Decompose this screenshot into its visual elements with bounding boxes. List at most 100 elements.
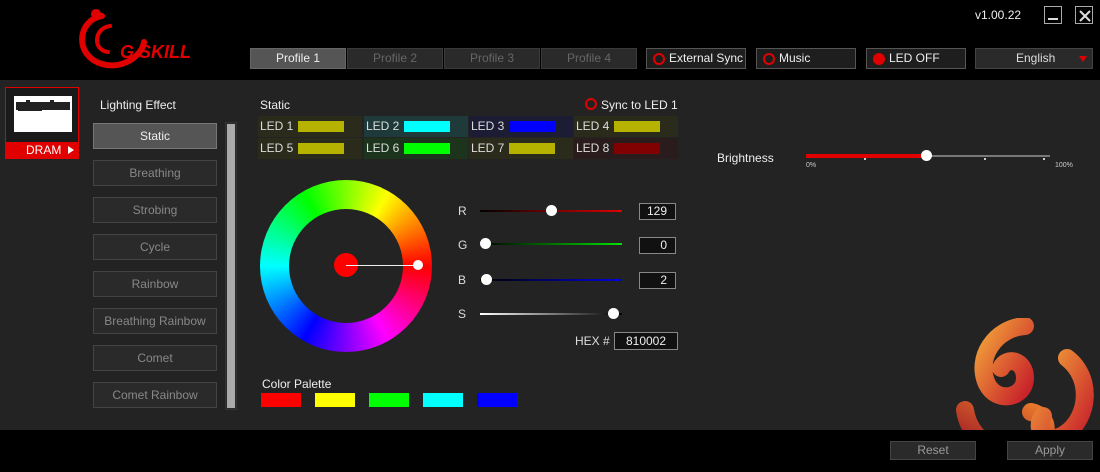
g-label: G (458, 238, 468, 252)
led-label: LED 2 (366, 119, 400, 133)
g-slider-knob[interactable] (480, 238, 491, 249)
led-label: LED 6 (366, 141, 400, 155)
effect-rainbow[interactable]: Rainbow (93, 271, 217, 297)
effect-static[interactable]: Static (93, 123, 217, 149)
language-select[interactable]: English (975, 48, 1093, 69)
led-color-swatch (509, 143, 555, 154)
b-slider-track[interactable] (480, 279, 622, 281)
led-label: LED 8 (576, 141, 610, 155)
led-color-swatch (614, 143, 660, 154)
led-off-button[interactable]: LED OFF (866, 48, 966, 69)
palette-swatch-2[interactable] (315, 393, 355, 407)
radio-icon (585, 98, 597, 110)
radio-icon (653, 53, 665, 65)
language-value: English (1016, 51, 1056, 65)
tab-profile-2[interactable]: Profile 2 (347, 48, 443, 69)
g-value-field[interactable]: 0 (639, 237, 676, 254)
palette-swatch-5[interactable] (477, 393, 517, 407)
effect-list-scrollbar[interactable] (225, 122, 237, 410)
close-button[interactable] (1075, 6, 1093, 24)
r-slider-knob[interactable] (546, 205, 557, 216)
gskill-logo: G.SKILL (79, 9, 191, 69)
music-button[interactable]: Music (756, 48, 856, 69)
led-6[interactable]: LED 6 (364, 138, 468, 159)
s-label: S (458, 307, 467, 321)
color-wheel-pointer-line (346, 265, 418, 266)
reset-button[interactable]: Reset (890, 441, 976, 460)
led-color-swatch (404, 143, 450, 154)
palette-swatch-4[interactable] (423, 393, 463, 407)
color-palette-title: Color Palette (262, 377, 332, 391)
g-slider-track[interactable] (480, 243, 622, 245)
version-label: v1.00.22 (975, 8, 1022, 22)
effect-comet[interactable]: Comet (93, 345, 217, 371)
music-label: Music (779, 51, 811, 65)
led-color-swatch (404, 121, 450, 132)
b-value-field[interactable]: 2 (639, 272, 676, 289)
b-slider-knob[interactable] (481, 274, 492, 285)
static-title: Static (260, 98, 291, 112)
radio-selected-icon (873, 53, 885, 65)
effect-breathing-rainbow[interactable]: Breathing Rainbow (93, 308, 217, 334)
led-color-swatch (298, 143, 344, 154)
s-slider-track[interactable] (480, 313, 622, 315)
effect-strobing[interactable]: Strobing (93, 197, 217, 223)
led-off-label: LED OFF (889, 51, 940, 65)
brightness-max-label: 100% (1055, 162, 1073, 169)
minimize-button[interactable] (1044, 6, 1062, 24)
effect-breathing[interactable]: Breathing (93, 160, 217, 186)
sync-to-led1-label: Sync to LED 1 (601, 98, 678, 112)
tab-profile-4[interactable]: Profile 4 (541, 48, 637, 69)
hex-label: HEX # (575, 334, 610, 348)
led-2[interactable]: LED 2 (364, 116, 468, 137)
brightness-tick (1043, 158, 1045, 160)
device-dram-label: DRAM (6, 142, 78, 158)
b-label: B (458, 273, 467, 287)
sync-to-led1-toggle[interactable]: Sync to LED 1 (585, 98, 678, 112)
led-4[interactable]: LED 4 (574, 116, 678, 137)
led-label: LED 1 (260, 119, 294, 133)
led-8[interactable]: LED 8 (574, 138, 678, 159)
palette-swatch-3[interactable] (369, 393, 409, 407)
effect-comet-rainbow[interactable]: Comet Rainbow (93, 382, 217, 408)
close-icon (1079, 10, 1091, 22)
led-label: LED 5 (260, 141, 294, 155)
radio-icon (763, 53, 775, 65)
external-sync-label: External Sync (669, 51, 744, 65)
led-color-swatch (298, 121, 344, 132)
palette-swatch-1[interactable] (261, 393, 301, 407)
r-label: R (458, 204, 467, 218)
ram-module-icon (14, 96, 72, 132)
tab-profile-1[interactable]: Profile 1 (250, 48, 346, 69)
led-1[interactable]: LED 1 (258, 116, 362, 137)
brightness-tick (984, 158, 986, 160)
led-label: LED 3 (471, 119, 505, 133)
apply-button[interactable]: Apply (1007, 441, 1093, 460)
led-5[interactable]: LED 5 (258, 138, 362, 159)
brightness-label: Brightness (717, 151, 774, 165)
device-dram-card[interactable]: DRAM (5, 87, 79, 159)
brightness-slider-knob[interactable] (921, 150, 932, 161)
chevron-right-icon (68, 146, 74, 154)
led-color-swatch (614, 121, 660, 132)
lighting-effect-title: Lighting Effect (100, 98, 176, 112)
led-7[interactable]: LED 7 (469, 138, 573, 159)
brightness-min-label: 0% (806, 162, 817, 169)
effect-cycle[interactable]: Cycle (93, 234, 217, 260)
brightness-tick (864, 158, 866, 160)
color-wheel-handle[interactable] (413, 260, 423, 270)
brightness-slider-fill (806, 154, 926, 158)
device-name: DRAM (26, 143, 62, 157)
svg-text:G.SKILL: G.SKILL (120, 42, 191, 62)
external-sync-button[interactable]: External Sync (646, 48, 746, 69)
hex-input[interactable]: 810002 (614, 332, 678, 350)
scrollbar-thumb[interactable] (227, 124, 235, 408)
s-slider-knob[interactable] (608, 308, 619, 319)
r-value-field[interactable]: 129 (639, 203, 676, 220)
chevron-down-icon (1079, 56, 1087, 62)
led-label: LED 4 (576, 119, 610, 133)
tab-profile-3[interactable]: Profile 3 (444, 48, 540, 69)
led-label: LED 7 (471, 141, 505, 155)
led-3[interactable]: LED 3 (469, 116, 573, 137)
led-color-swatch (509, 121, 555, 132)
